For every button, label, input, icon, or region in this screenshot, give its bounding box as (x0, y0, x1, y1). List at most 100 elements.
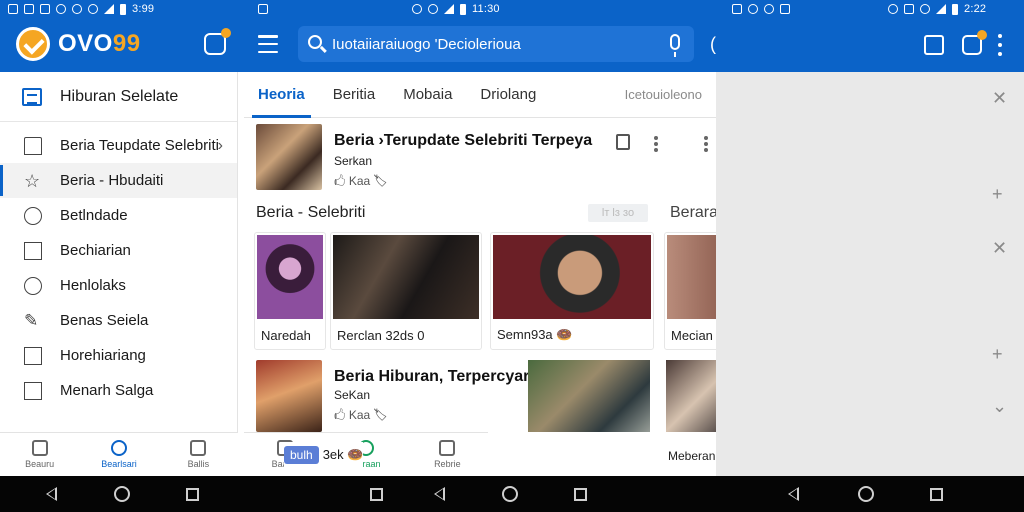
navigation-drawer: Hiburan Selelate Beria Teupdate Selebrit… (0, 72, 238, 432)
signal-icon (936, 4, 946, 14)
drawer-item-6[interactable]: ✎ Benas Seiela (0, 303, 237, 338)
category-icon (22, 87, 42, 106)
microphone-icon[interactable] (670, 34, 680, 57)
tab-4[interactable]: Driolang (466, 72, 550, 118)
more-vert-icon[interactable] (654, 136, 658, 152)
status-bar: 3:99 11:30 2:22 (0, 0, 1024, 18)
bookmark-icon[interactable] (616, 134, 630, 150)
article-card[interactable]: Beria Hiburan, Terpercyar SeKan 🖒 Kaa 🏷 (256, 360, 716, 432)
back-icon[interactable] (46, 487, 57, 501)
recent-apps-icon[interactable] (574, 488, 587, 501)
tab-5[interactable]: Icetouioleono (611, 72, 716, 118)
recent-apps-icon[interactable] (930, 488, 943, 501)
circle-icon (24, 206, 42, 225)
grid-icon (31, 440, 48, 456)
category-tabs: Heoria Beritia Mobaia Driolang Icetouiol… (244, 72, 716, 118)
battery-icon (952, 3, 958, 15)
main-content: Heoria Beritia Mobaia Driolang Icetouiol… (244, 72, 716, 432)
tv-icon (439, 440, 456, 456)
status-time-mid: 11:30 (472, 3, 500, 15)
hamburger-menu-icon[interactable] (258, 35, 278, 53)
bluetooth-icon (748, 4, 758, 14)
home-icon (24, 136, 42, 155)
close-icon[interactable]: ✕ (992, 88, 1007, 109)
close-icon[interactable]: ✕ (992, 238, 1007, 259)
media-image (333, 235, 479, 319)
media-image (257, 235, 323, 319)
media-caption: Rerclan 32ds 0 (337, 328, 425, 343)
status-icons-right-left (732, 2, 790, 16)
back-icon[interactable] (434, 487, 445, 501)
drawer-item-label: Menarh Salga (60, 382, 154, 399)
status-icons-right: 2:22 (888, 2, 986, 16)
article-title: Beria Hiburan, Terpercyar (334, 368, 530, 385)
section-button[interactable]: lᴛ lɜ ɜo (588, 204, 648, 222)
drawer-item-label: Horehiariang (60, 347, 146, 364)
bottom-nav-item-chat[interactable]: Bearlsari (79, 433, 158, 476)
chat-icon (110, 440, 127, 456)
more-vert-icon[interactable] (704, 136, 708, 152)
square-icon (24, 381, 42, 400)
search-icon (308, 35, 322, 49)
home-icon[interactable] (114, 486, 130, 502)
drawer-item-label: Bechiarian (60, 242, 131, 259)
system-nav-bar (0, 476, 1024, 512)
bottom-nav-item-tv[interactable]: Rebrie (407, 433, 488, 476)
bottom-nav-item-tv[interactable]: Ballis (159, 433, 238, 476)
add-icon[interactable]: + (992, 344, 1003, 365)
article-source: Serkan (334, 154, 373, 168)
notification-icon (258, 4, 268, 14)
bottom-nav-label: Beauru (25, 459, 55, 469)
battery-icon (120, 3, 126, 15)
search-bar[interactable] (298, 26, 694, 62)
section-more-link[interactable]: Berara (670, 204, 716, 222)
tab-news[interactable]: Heoria (244, 72, 319, 118)
back-icon[interactable] (788, 487, 799, 501)
article-thumbnail (256, 124, 322, 190)
recent-apps-icon[interactable] (186, 488, 199, 501)
chat-icon[interactable] (204, 28, 231, 55)
logo-prefix: OVO (58, 30, 113, 57)
drawer-item-8[interactable]: Menarh Salga (0, 373, 237, 408)
tag-pill[interactable]: bulh (284, 446, 319, 464)
media-card[interactable]: Naredah (254, 232, 326, 350)
bottom-nav-item-home[interactable]: Beauru (0, 433, 79, 476)
tabs-icon[interactable] (924, 35, 944, 55)
chat-icon[interactable] (962, 30, 987, 55)
drawer-item-4[interactable]: Bechiarian (0, 233, 237, 268)
chevron-down-icon[interactable]: ⌄ (992, 396, 1007, 417)
drawer-item-label: Benas Seiela (60, 312, 149, 329)
signal-icon (444, 4, 454, 14)
more-vert-icon[interactable] (996, 34, 1004, 56)
add-icon[interactable]: + (992, 184, 1003, 205)
drawer-item-celebrity[interactable]: ☆ Beria - Hbudaiti (0, 163, 237, 198)
article-source: SeKan (334, 388, 371, 402)
notification-icon (40, 4, 50, 14)
bottom-nav-left: Beauru Bearlsari Ballis (0, 432, 238, 476)
app-logo[interactable]: OVO99 (16, 27, 141, 61)
drawer-item-5[interactable]: Henlolaks (0, 268, 237, 303)
media-image (493, 235, 651, 319)
search-input[interactable] (332, 33, 652, 55)
media-caption: Naredah (261, 328, 311, 343)
tab-3[interactable]: Mobaia (389, 72, 466, 118)
bluetooth-icon (412, 4, 422, 14)
drawer-item-updates[interactable]: Beria Teupdate Selebriti › (0, 128, 237, 163)
status-icons-left: 3:99 (8, 2, 154, 16)
bottom-nav-mid: Baaria Beraan Rebrie (244, 432, 488, 476)
home-icon[interactable] (502, 486, 518, 502)
wifi-icon (920, 4, 930, 14)
recent-apps-icon[interactable] (370, 488, 383, 501)
tab-2[interactable]: Beritia (319, 72, 390, 118)
drawer-header[interactable]: Hiburan Selelate (0, 72, 237, 122)
media-card[interactable]: Mecian (664, 232, 716, 350)
home-icon[interactable] (858, 486, 874, 502)
bottom-nav-label: Bearlsari (101, 459, 137, 469)
drawer-item-7[interactable]: Horehiariang (0, 338, 237, 373)
article-card[interactable]: Beria ›Terupdate Selebriti Terpeya Serka… (256, 124, 716, 196)
toolbar-glyph: ( (710, 34, 716, 54)
drawer-item-3[interactable]: Betlndade (0, 198, 237, 233)
media-card[interactable]: Rerclan 32ds 0 (330, 232, 482, 350)
notification-icon (780, 4, 790, 14)
media-card[interactable]: Semn93a 🍩 (490, 232, 654, 350)
